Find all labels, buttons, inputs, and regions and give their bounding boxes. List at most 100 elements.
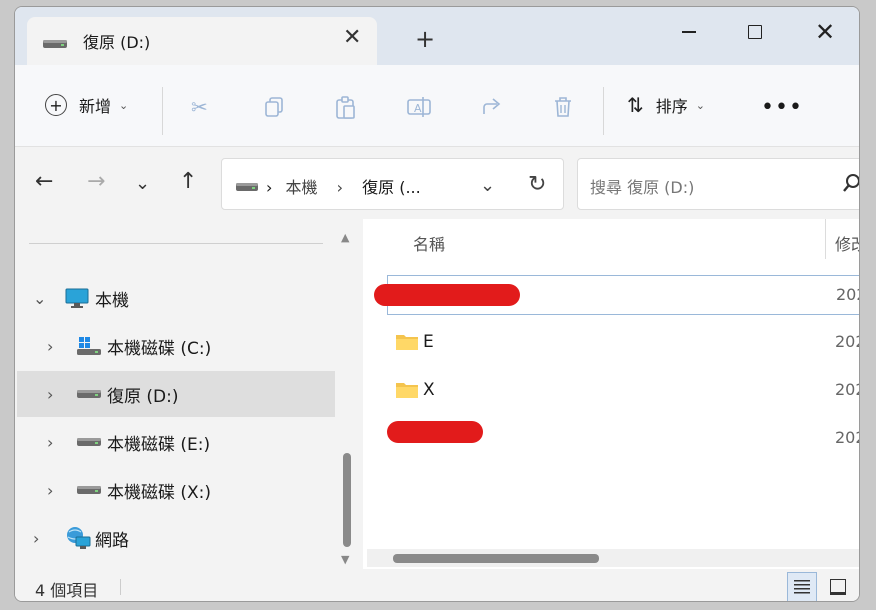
chevron-down-icon: ⌄ xyxy=(119,98,129,112)
list-item[interactable]: 202 xyxy=(374,275,859,315)
horizontal-scrollbar[interactable] xyxy=(367,549,859,567)
toolbar-divider xyxy=(162,87,163,135)
paste-icon[interactable] xyxy=(335,96,357,120)
monitor-icon xyxy=(65,288,89,308)
network-icon xyxy=(67,527,91,549)
breadcrumb-separator-icon: › xyxy=(336,178,344,197)
sidebar-item-this-pc[interactable]: ⌄ 本機 xyxy=(17,275,335,321)
file-date: 202 xyxy=(835,332,859,351)
chevron-right-icon[interactable]: › xyxy=(33,529,39,548)
sidebar-item-label: 本機磁碟 (E:) xyxy=(107,434,211,455)
list-item[interactable]: E 202 xyxy=(387,323,859,363)
chevron-down-icon[interactable]: ⌄ xyxy=(33,289,46,308)
tiles-view-button[interactable] xyxy=(823,572,853,601)
status-divider xyxy=(120,579,121,595)
forward-arrow-icon[interactable]: → xyxy=(87,171,105,193)
sidebar-item-label: 本機磁碟 (C:) xyxy=(107,338,212,359)
address-dropdown-chevron-icon[interactable]: ⌄ xyxy=(480,175,495,196)
minimize-icon xyxy=(682,31,696,33)
scrollbar-thumb[interactable] xyxy=(393,554,599,563)
sidebar-item-drive-c[interactable]: › 本機磁碟 (C:) xyxy=(17,323,335,369)
drive-icon xyxy=(77,486,101,494)
maximize-icon xyxy=(748,25,762,39)
breadcrumb: › 本機 › 復原 (... xyxy=(266,174,421,198)
copy-icon[interactable] xyxy=(263,96,285,118)
chevron-right-icon[interactable]: › xyxy=(47,385,53,404)
windows-drive-icon xyxy=(77,337,101,355)
breadcrumb-separator-icon: › xyxy=(266,178,273,197)
status-bar: 4 個項目 xyxy=(15,569,859,601)
back-arrow-icon[interactable]: ← xyxy=(35,171,53,193)
chevron-down-icon: ⌄ xyxy=(695,98,705,112)
tab-recovery-drive[interactable] xyxy=(27,17,377,65)
new-tab-button[interactable]: + xyxy=(415,27,435,51)
sidebar-item-label: 復原 (D:) xyxy=(107,386,179,407)
scroll-down-arrow-icon[interactable]: ▼ xyxy=(341,553,349,566)
title-bar: 復原 (D:) ✕ + ✕ xyxy=(15,7,859,65)
chevron-right-icon[interactable]: › xyxy=(47,481,53,500)
close-tab-button[interactable]: ✕ xyxy=(343,27,361,49)
drive-icon xyxy=(77,438,101,446)
sidebar-item-label: 本機 xyxy=(95,290,129,311)
new-label: 新增 xyxy=(79,97,112,116)
search-icon[interactable] xyxy=(842,173,860,193)
file-name: E xyxy=(423,332,434,352)
command-bar: + 新增 ⌄ ✂ A ⇅ 排序 ⌄ ••• xyxy=(15,65,859,147)
delete-icon[interactable] xyxy=(553,96,573,118)
large-icons-view-icon xyxy=(830,579,846,595)
new-button[interactable]: + 新增 ⌄ xyxy=(45,87,128,123)
sidebar-divider xyxy=(29,243,323,244)
navigation-bar: ← → ⌄ ↑ › 本機 › 復原 (... ⌄ ↻ 搜尋 復原 (D:) xyxy=(15,147,859,219)
drive-icon xyxy=(236,183,258,191)
drive-icon xyxy=(77,390,101,398)
sidebar-item-network[interactable]: › 網路 xyxy=(17,515,335,561)
navigation-pane: ⌄ 本機 › 本機磁碟 (C:) › 復原 (D:) › 本機磁碟 (E:) ›… xyxy=(15,219,361,569)
up-arrow-icon[interactable]: ↑ xyxy=(179,171,197,193)
tab-title: 復原 (D:) xyxy=(83,33,151,52)
close-icon: ✕ xyxy=(814,18,836,46)
column-header-modified[interactable]: 修改 xyxy=(835,231,859,255)
sidebar-item-drive-x[interactable]: › 本機磁碟 (X:) xyxy=(17,467,335,513)
plus-circle-icon: + xyxy=(45,94,67,116)
item-count: 4 個項目 xyxy=(35,581,99,600)
search-input[interactable]: 搜尋 復原 (D:) xyxy=(590,174,694,198)
search-box[interactable]: 搜尋 復原 (D:) xyxy=(577,158,860,210)
details-view-button[interactable] xyxy=(787,572,817,601)
share-icon[interactable] xyxy=(481,96,503,118)
rename-icon[interactable]: A xyxy=(407,96,431,118)
cut-icon[interactable]: ✂ xyxy=(191,95,208,119)
address-bar[interactable]: › 本機 › 復原 (... ⌄ ↻ xyxy=(221,158,564,210)
breadcrumb-item[interactable]: 本機 xyxy=(286,178,318,197)
scrollbar-thumb[interactable] xyxy=(343,453,351,547)
sort-label: 排序 xyxy=(655,97,688,116)
chevron-right-icon[interactable]: › xyxy=(47,337,53,356)
scroll-up-arrow-icon[interactable]: ▲ xyxy=(341,231,349,244)
file-list: 名稱 修改 202 E 202 X 202 xyxy=(363,219,859,569)
details-view-icon xyxy=(794,580,810,594)
file-date: 202 xyxy=(835,380,859,399)
file-explorer-window: 復原 (D:) ✕ + ✕ + 新增 ⌄ ✂ A ⇅ 排序 ⌄ ••• ← → … xyxy=(14,6,860,602)
minimize-button[interactable] xyxy=(669,17,709,47)
folder-icon xyxy=(396,335,418,350)
maximize-button[interactable] xyxy=(735,17,775,47)
recent-locations-chevron-icon[interactable]: ⌄ xyxy=(135,175,150,193)
list-item[interactable]: X 202 xyxy=(387,371,859,411)
sort-arrows-icon: ⇅ xyxy=(627,93,644,117)
sidebar-item-drive-e[interactable]: › 本機磁碟 (E:) xyxy=(17,419,335,465)
refresh-icon[interactable]: ↻ xyxy=(528,172,546,197)
sidebar-item-label: 網路 xyxy=(95,530,129,551)
redaction-mark xyxy=(374,284,520,306)
sort-button[interactable]: ⇅ 排序 ⌄ xyxy=(627,87,705,123)
column-divider[interactable] xyxy=(825,219,826,259)
file-date: 202 xyxy=(836,285,859,304)
more-options-button[interactable]: ••• xyxy=(761,97,803,119)
sidebar-item-drive-d[interactable]: › 復原 (D:) xyxy=(17,371,335,417)
folder-icon xyxy=(396,383,418,398)
close-window-button[interactable]: ✕ xyxy=(805,17,845,47)
column-header-name[interactable]: 名稱 xyxy=(413,231,445,255)
list-item[interactable]: 202 xyxy=(387,419,859,459)
toolbar-divider xyxy=(603,87,604,135)
breadcrumb-item[interactable]: 復原 (... xyxy=(362,178,421,197)
sidebar-scrollbar[interactable]: ▲ ▼ xyxy=(337,231,357,571)
chevron-right-icon[interactable]: › xyxy=(47,433,53,452)
